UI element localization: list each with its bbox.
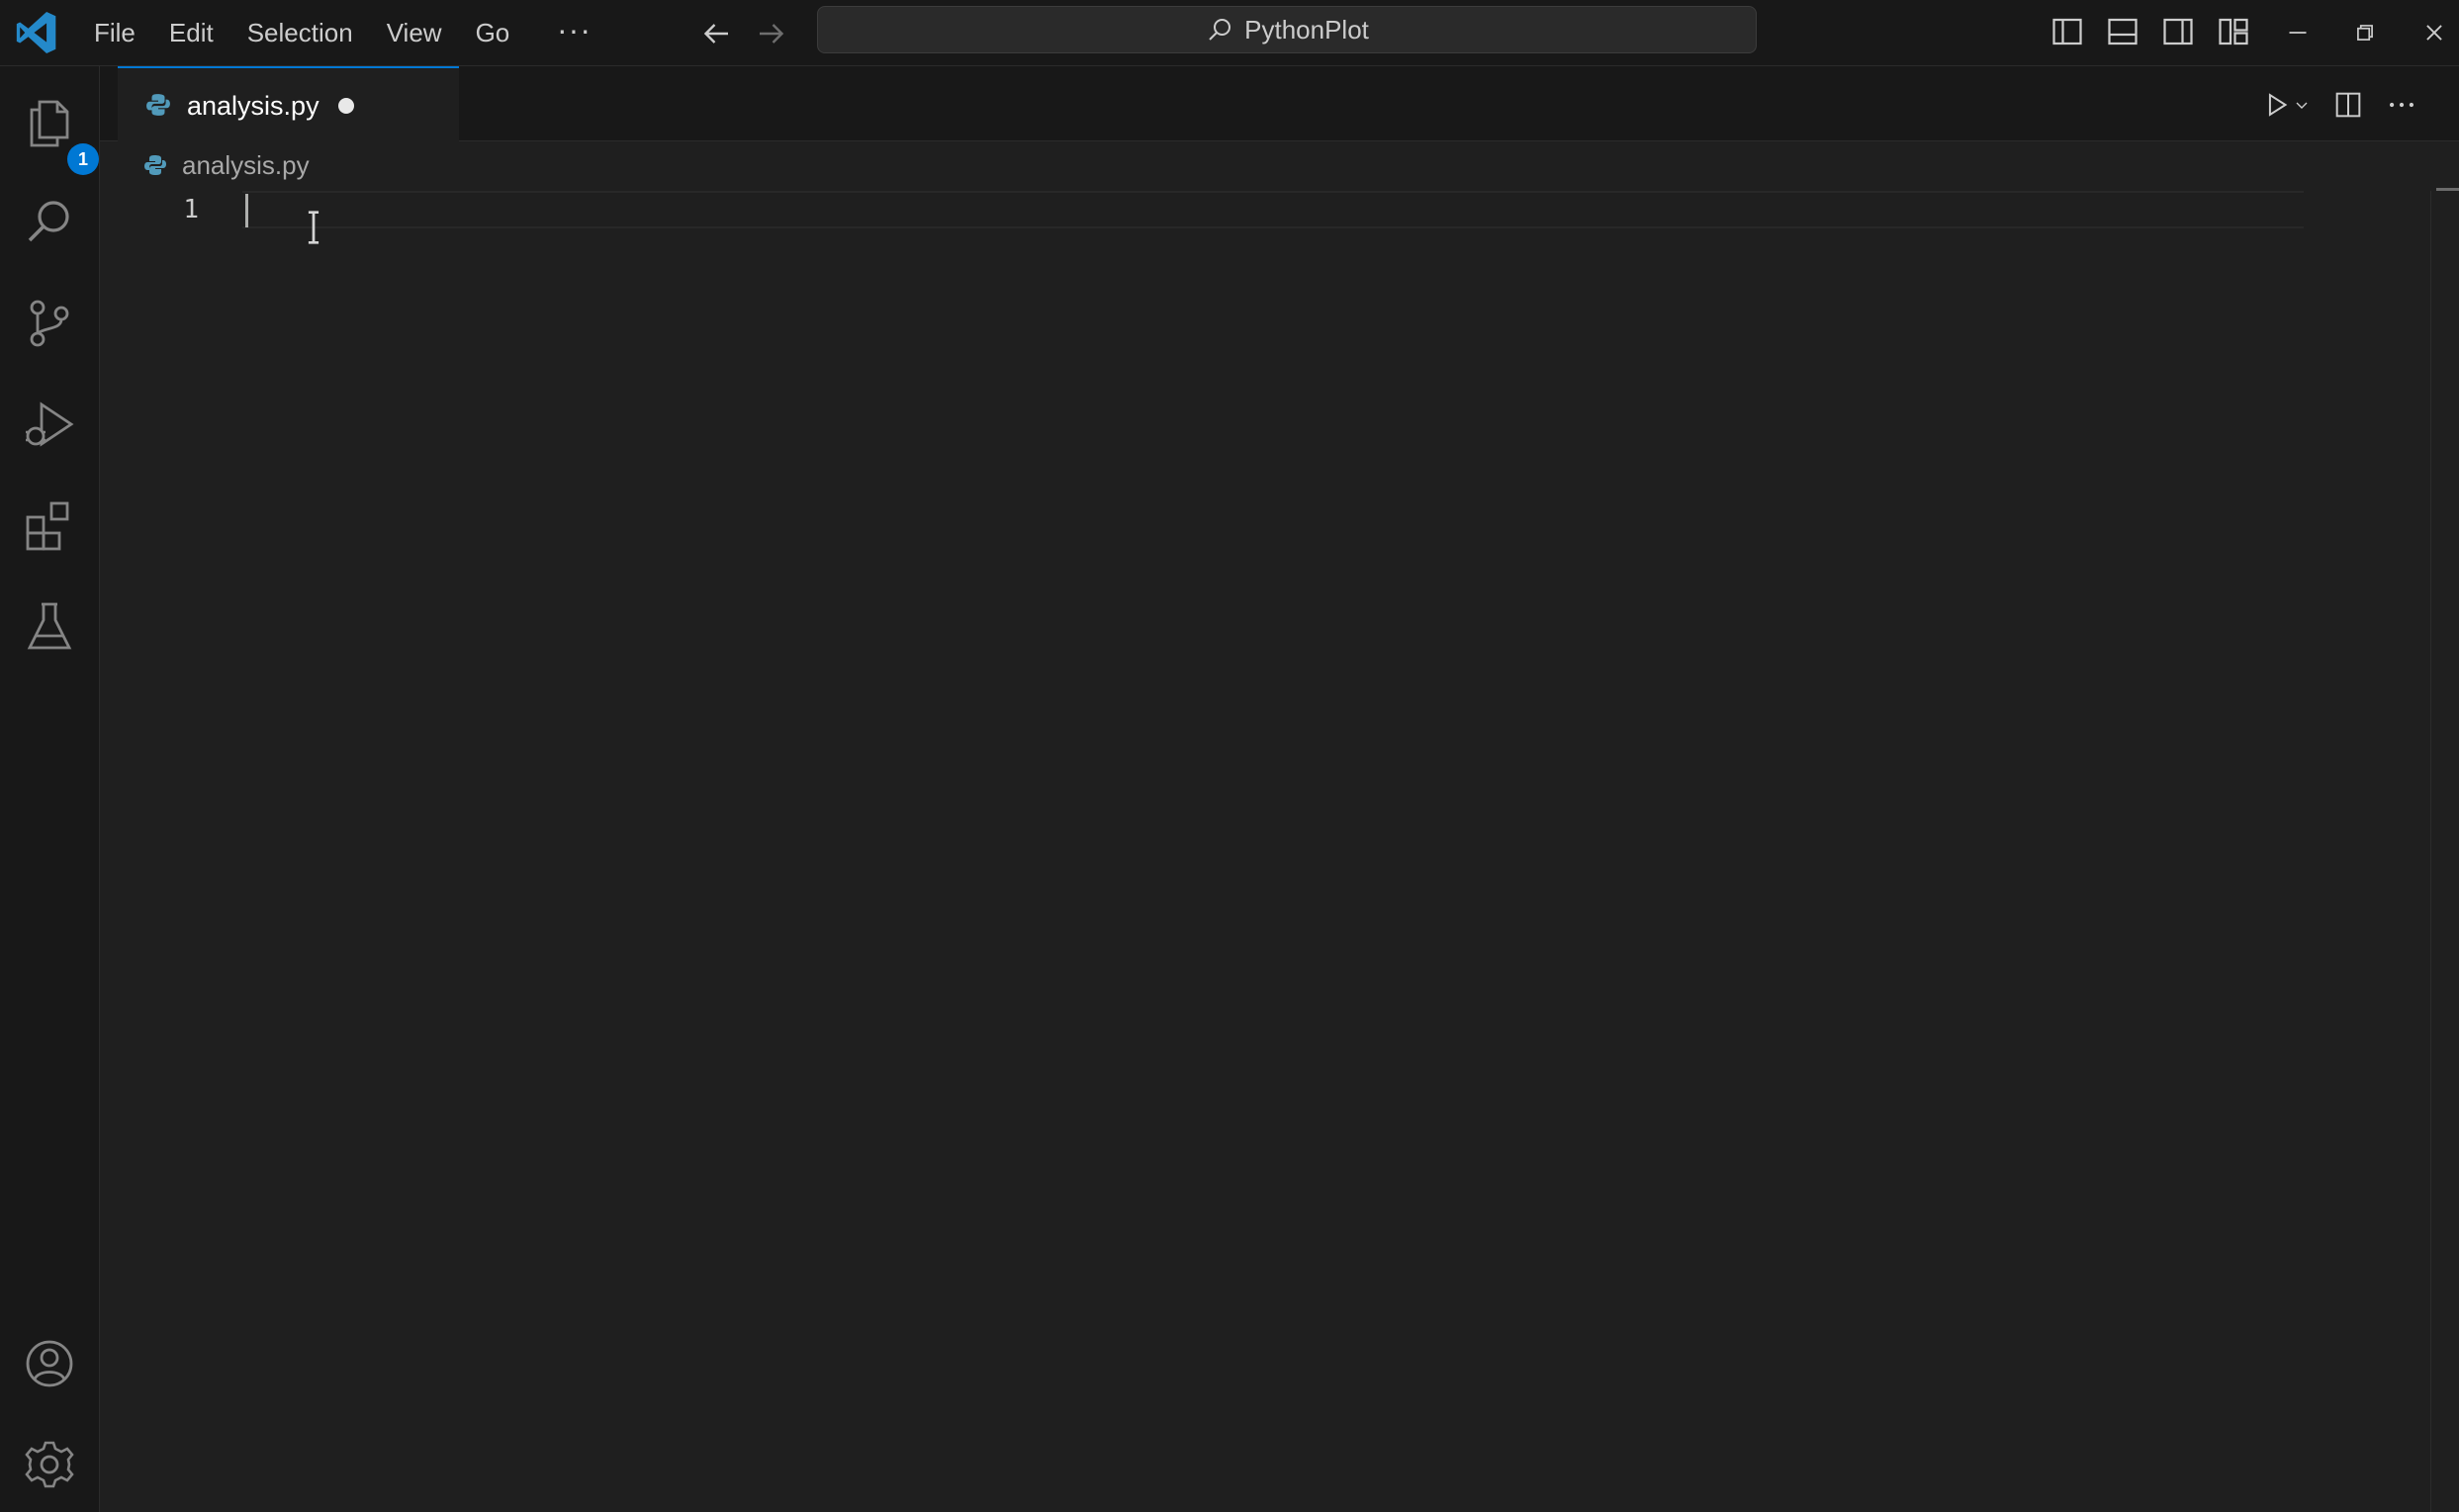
go-back-icon[interactable]	[698, 16, 734, 51]
overview-ruler-cursor-mark	[2436, 188, 2459, 191]
command-center-search[interactable]: PythonPlot	[817, 6, 1757, 53]
menu-selection[interactable]: Selection	[230, 0, 370, 66]
activity-search[interactable]	[18, 191, 81, 254]
current-line-highlight	[242, 191, 2304, 228]
restore-icon[interactable]	[2348, 16, 2382, 49]
search-icon	[28, 201, 69, 242]
activity-explorer[interactable]: 1	[18, 90, 99, 175]
activity-bar: 1	[0, 66, 100, 1512]
menu-view[interactable]: View	[370, 0, 459, 66]
run-and-debug-icon	[26, 401, 74, 447]
accounts-icon	[26, 1340, 73, 1387]
split-editor-icon[interactable]	[2331, 88, 2365, 122]
mouse-ibeam-cursor-icon	[308, 211, 319, 244]
explorer-badge: 1	[67, 143, 99, 175]
menu-edit[interactable]: Edit	[152, 0, 230, 66]
command-center-label: PythonPlot	[1244, 14, 1369, 44]
title-bar: File Edit Selection View Go ··· PythonPl…	[0, 0, 2459, 66]
line-number: 1	[183, 195, 199, 224]
activity-run-debug[interactable]	[18, 393, 81, 456]
text-cursor	[245, 194, 248, 227]
customize-layout-icon[interactable]	[2216, 14, 2251, 49]
toggle-secondary-sidebar-icon[interactable]	[2160, 14, 2196, 49]
toggle-primary-sidebar-icon[interactable]	[2049, 14, 2085, 49]
menu-more-button[interactable]: ···	[557, 0, 592, 66]
run-dropdown-chevron-icon[interactable]	[2290, 88, 2314, 122]
toggle-panel-icon[interactable]	[2105, 14, 2140, 49]
python-file-icon	[144, 155, 166, 175]
activity-accounts[interactable]	[18, 1332, 81, 1395]
testing-icon	[27, 602, 72, 650]
run-python-file-icon[interactable]	[2260, 88, 2294, 122]
menu-go[interactable]: Go	[459, 0, 527, 66]
breadcrumb-file[interactable]: analysis.py	[182, 150, 310, 181]
code-editor[interactable]: 1	[100, 188, 2459, 1512]
source-control-icon	[30, 300, 69, 347]
editor-scrollbar[interactable]	[2430, 191, 2431, 1512]
menu-file[interactable]: File	[77, 0, 152, 66]
go-forward-icon[interactable]	[754, 16, 789, 51]
activity-testing[interactable]	[18, 594, 81, 658]
extensions-icon	[26, 501, 69, 551]
tab-analysis-py[interactable]: analysis.py	[118, 66, 459, 141]
explorer-icon	[30, 100, 69, 147]
close-window-icon[interactable]	[2417, 16, 2451, 49]
activity-extensions[interactable]	[18, 493, 81, 557]
tab-label: analysis.py	[187, 91, 319, 121]
vscode-logo-icon	[16, 12, 56, 53]
manage-gear-icon	[25, 1441, 74, 1488]
breadcrumb: analysis.py	[100, 141, 2459, 191]
activity-manage[interactable]	[18, 1433, 81, 1496]
unsaved-indicator-dot[interactable]	[338, 98, 354, 114]
search-icon	[1209, 19, 1231, 41]
python-file-icon	[146, 94, 170, 116]
editor-tab-bar: analysis.py	[100, 66, 2459, 141]
activity-source-control[interactable]	[18, 292, 81, 355]
minimize-icon[interactable]	[2281, 16, 2315, 49]
more-actions-icon[interactable]	[2385, 88, 2418, 122]
menu-bar: File Edit Selection View Go	[77, 0, 526, 66]
